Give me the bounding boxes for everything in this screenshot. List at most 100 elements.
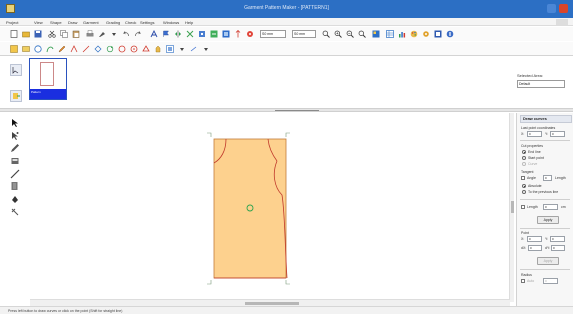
measure-tool-icon[interactable] <box>10 207 20 217</box>
shape-tool-icon[interactable] <box>142 45 150 53</box>
help-icon[interactable] <box>446 30 454 38</box>
palette-icon[interactable] <box>410 30 418 38</box>
menu-windows[interactable]: Windows <box>163 20 179 25</box>
arrow-line-icon[interactable] <box>190 45 198 53</box>
text-tool-icon[interactable] <box>150 30 158 38</box>
grade-tool-icon[interactable] <box>186 30 194 38</box>
notch-tool-icon[interactable] <box>210 30 218 38</box>
dropdown-arrow-icon[interactable] <box>110 30 118 38</box>
close-button[interactable] <box>559 4 568 13</box>
radius-field[interactable]: 0 <box>543 278 558 284</box>
x-coordinate-field[interactable]: 0 <box>527 131 542 137</box>
length-field[interactable]: 0 <box>543 204 558 210</box>
document-tool-icon[interactable] <box>10 181 20 191</box>
menu-shape[interactable]: Shape <box>50 20 62 25</box>
print-icon[interactable] <box>86 30 94 38</box>
line-tool-icon[interactable] <box>82 45 90 53</box>
rotate-tool-icon[interactable] <box>106 45 114 53</box>
zoom-fit-icon[interactable] <box>358 30 366 38</box>
menu-project[interactable]: Project <box>6 20 18 25</box>
splitter-grip[interactable] <box>275 110 319 111</box>
vertical-scrollbar[interactable] <box>509 113 514 302</box>
mirror-icon[interactable] <box>174 30 182 38</box>
pleat-tool-icon[interactable] <box>94 45 102 53</box>
table-icon[interactable] <box>386 30 394 38</box>
y-coordinate-field[interactable]: 0 <box>550 131 565 137</box>
end-line-radio[interactable] <box>522 150 526 154</box>
selected-area-field[interactable]: Default <box>517 80 565 88</box>
horizontal-scrollbar[interactable] <box>30 299 510 306</box>
menu-check[interactable]: Check <box>125 20 136 25</box>
menu-draw[interactable]: Draw <box>68 20 77 25</box>
dropdown-arrow-icon[interactable] <box>178 45 186 53</box>
length-checkbox[interactable] <box>521 205 525 209</box>
dropdown-arrow-icon[interactable] <box>202 45 210 53</box>
paste-icon[interactable] <box>72 30 80 38</box>
seam-allowance-icon[interactable] <box>222 30 230 38</box>
arrow-select-icon[interactable] <box>10 118 20 128</box>
select-pattern-icon[interactable] <box>10 64 22 76</box>
horizontal-scroll-thumb[interactable] <box>245 302 299 305</box>
point-select-icon[interactable] <box>10 131 20 141</box>
minimize-button[interactable] <box>547 4 556 13</box>
color-tool-icon[interactable] <box>154 45 162 53</box>
point-x-field[interactable]: 0 <box>527 236 542 242</box>
point-y-field[interactable]: 0 <box>550 236 565 242</box>
horizontal-splitter[interactable] <box>0 108 573 112</box>
dx-field[interactable]: 0 <box>528 245 542 251</box>
draw-curve-icon[interactable] <box>46 45 54 53</box>
ellipse-tool-icon[interactable] <box>34 45 42 53</box>
pattern-thumbnail[interactable]: Pattern <box>29 58 67 100</box>
chart-icon[interactable] <box>398 30 406 38</box>
start-point-radio[interactable] <box>522 156 526 160</box>
grain-line-icon[interactable] <box>234 30 242 38</box>
pattern-piece[interactable] <box>213 138 287 279</box>
dart-tool-icon[interactable] <box>70 45 78 53</box>
group-tool-icon[interactable] <box>166 45 174 53</box>
circle-point-icon[interactable] <box>130 45 138 53</box>
menu-grading[interactable]: Grading <box>106 20 120 25</box>
apply-point-button[interactable]: Apply <box>537 257 559 265</box>
cut-icon[interactable] <box>48 30 56 38</box>
flag-icon[interactable] <box>162 30 170 38</box>
export-icon[interactable] <box>434 30 442 38</box>
zoom-icon[interactable] <box>322 30 330 38</box>
radius-checkbox[interactable] <box>521 279 525 283</box>
new-icon[interactable] <box>10 30 18 38</box>
brush-icon[interactable] <box>98 30 106 38</box>
settings-icon[interactable] <box>422 30 430 38</box>
rectangle-tool-icon[interactable] <box>22 45 30 53</box>
pattern-tool-icon[interactable] <box>10 45 18 53</box>
tangent-value-field[interactable]: 0 <box>543 175 552 181</box>
dy-field[interactable]: 0 <box>551 245 565 251</box>
size-combo-2[interactable]: S0 mm <box>292 30 316 38</box>
size-combo-1[interactable]: S0 mm <box>260 30 286 38</box>
absolute-radio[interactable] <box>522 184 526 188</box>
button-tool-icon[interactable] <box>246 30 254 38</box>
copy-icon[interactable] <box>60 30 68 38</box>
tangent-angle-checkbox[interactable] <box>521 176 525 180</box>
pen-tool-icon[interactable] <box>10 143 20 153</box>
save-icon[interactable] <box>34 30 42 38</box>
pencil-tool-icon[interactable] <box>58 45 66 53</box>
fill-tool-icon[interactable] <box>10 194 20 204</box>
relative-radio[interactable] <box>522 190 526 194</box>
line-draw-icon[interactable] <box>10 169 20 179</box>
zoom-out-icon[interactable] <box>346 30 354 38</box>
zoom-in-icon[interactable] <box>334 30 342 38</box>
cut-pattern-icon[interactable] <box>118 45 126 53</box>
layout-icon[interactable] <box>372 30 380 38</box>
measure-icon[interactable] <box>198 30 206 38</box>
menu-view[interactable]: View <box>34 20 43 25</box>
menu-settings[interactable]: Settings <box>140 20 154 25</box>
drawing-canvas[interactable] <box>30 113 510 299</box>
open-icon[interactable] <box>22 30 30 38</box>
menu-extra-icon[interactable] <box>556 19 568 25</box>
menu-help[interactable]: Help <box>185 20 193 25</box>
redo-icon[interactable] <box>134 30 142 38</box>
add-pattern-icon[interactable] <box>10 90 22 102</box>
apply-button[interactable]: Apply <box>537 216 559 224</box>
vertical-scroll-thumb[interactable] <box>511 201 514 213</box>
undo-icon[interactable] <box>122 30 130 38</box>
eraser-tool-icon[interactable] <box>10 156 20 166</box>
